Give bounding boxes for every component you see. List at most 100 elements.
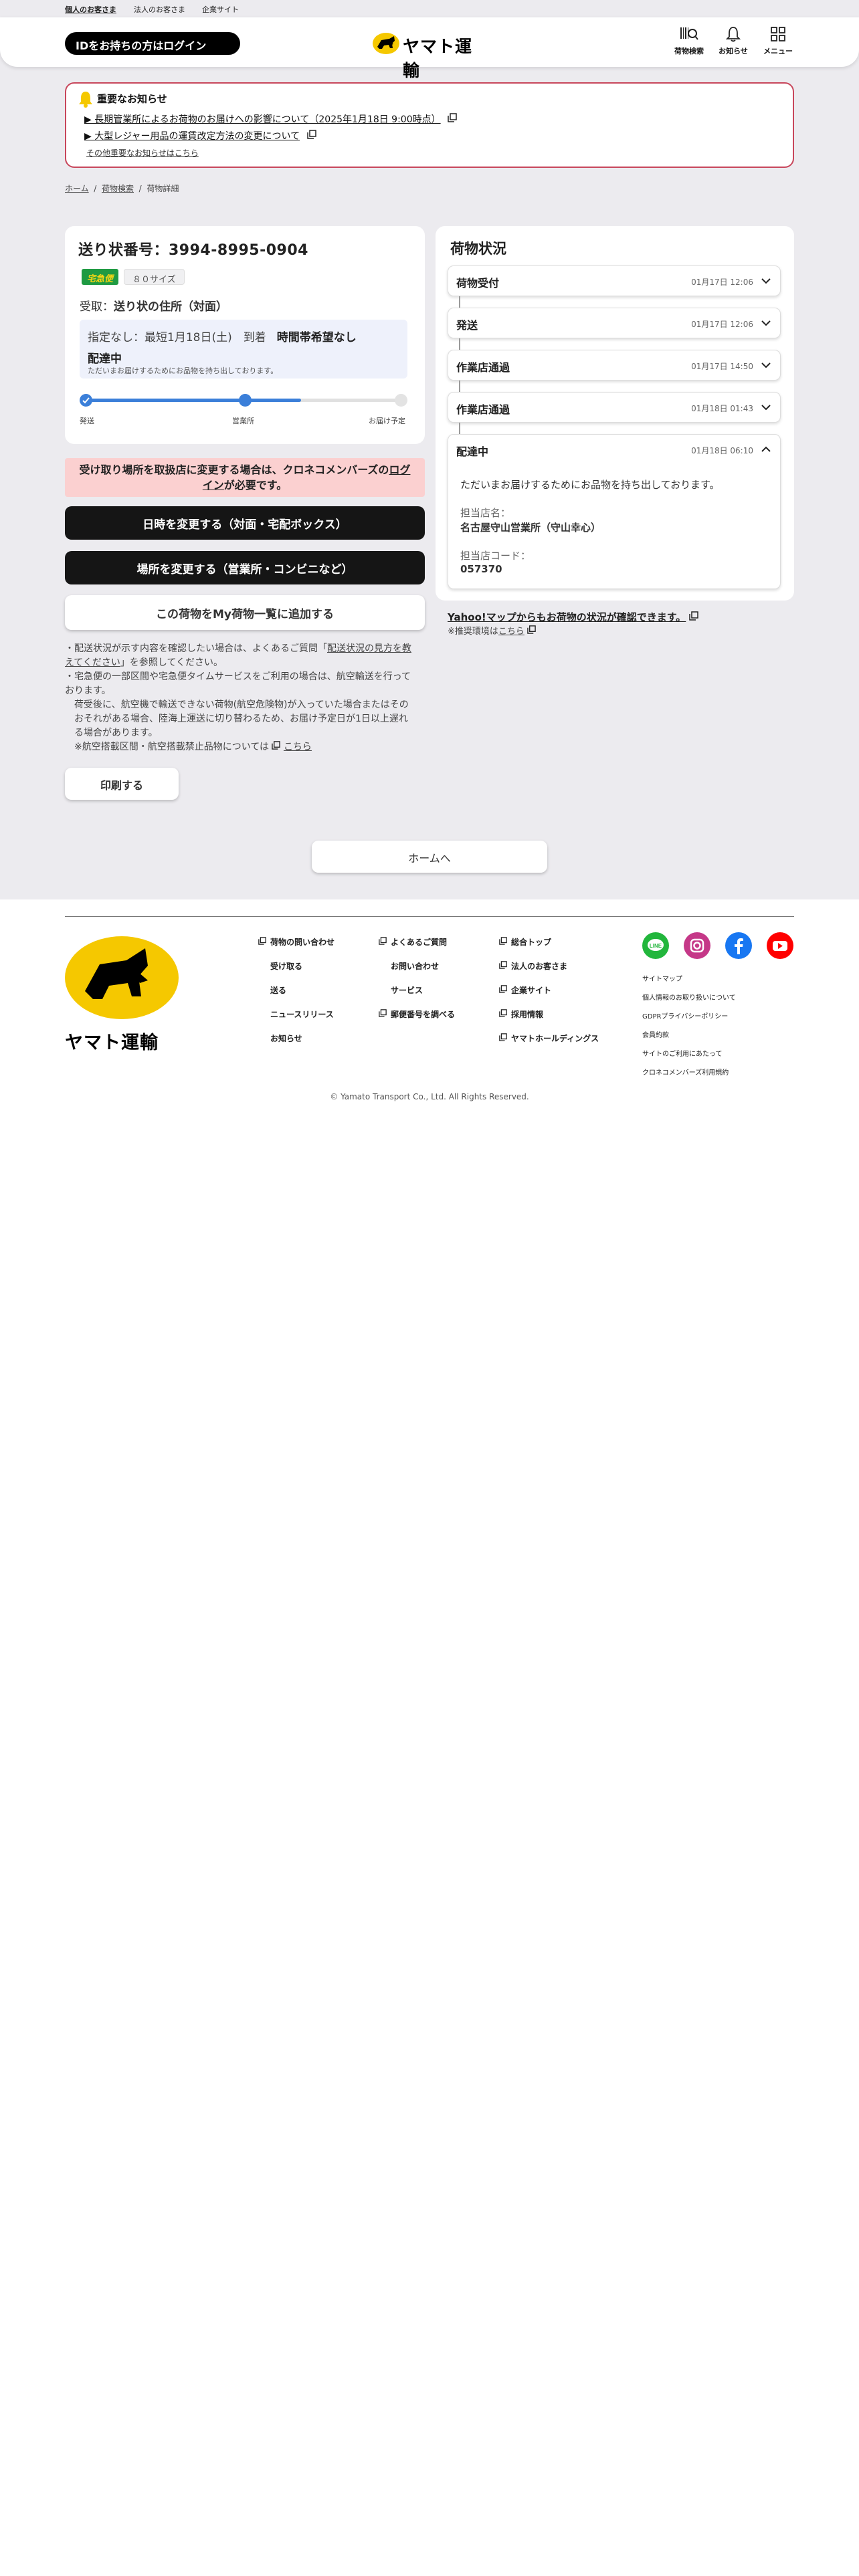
- print-button[interactable]: 印刷する: [65, 768, 179, 800]
- chevron-up-icon: [761, 446, 771, 452]
- status-panel-title: 荷物状況: [450, 241, 506, 257]
- site-header: IDをお持ちの方はログイン ヤマト運輸 荷物検索 お知らせ メニュー: [0, 17, 859, 80]
- delivery-progress-bar: 発送 営業所 お届け予定: [80, 392, 407, 427]
- delivery-info-box: 指定なし：最短1月18日(土) 到着 時間帯希望なし 配達中 ただいまお届けするた…: [80, 320, 407, 379]
- footer-link[interactable]: お知らせ: [258, 1033, 302, 1044]
- footer-link-label: ヤマトホールディングス: [511, 1034, 599, 1043]
- status-step[interactable]: 発送 01月17日 12:06: [448, 308, 781, 338]
- package-search-icon: [680, 27, 698, 40]
- status-step-time: 01月18日 06:10: [691, 446, 753, 455]
- notice-item-link[interactable]: ▶ 大型レジャー用品の運賃改定方法の変更について: [84, 131, 300, 142]
- chevron-down-icon: [761, 278, 771, 284]
- footer-link[interactable]: ヤマトホールディングス: [499, 1033, 599, 1044]
- footer-link[interactable]: 郵便番号を調べる: [379, 1008, 455, 1020]
- footer-link-label: 法人のお客さま: [511, 962, 568, 971]
- status-step[interactable]: 作業店通過 01月17日 14:50: [448, 350, 781, 381]
- youtube-glyph: [773, 941, 787, 951]
- footer-link-label: よくあるご質問: [391, 938, 448, 947]
- status-step[interactable]: 作業店通過 01月18日 01:43: [448, 392, 781, 423]
- login-button[interactable]: IDをお持ちの方はログイン: [65, 32, 240, 55]
- external-link-icon: [448, 113, 457, 122]
- external-link-icon: [499, 1009, 507, 1019]
- breadcrumb-search[interactable]: 荷物検索: [102, 184, 134, 193]
- footer-divider: [65, 916, 794, 917]
- footer-small-link[interactable]: GDPRプライバシーポリシー: [642, 1010, 728, 1021]
- progress-label-eta: お届け予定: [369, 417, 405, 425]
- footer-link[interactable]: 企業サイト: [499, 984, 551, 996]
- change-datetime-button[interactable]: 日時を変更する（対面・宅配ボックス）: [65, 506, 425, 540]
- air-transport-note: ・宅急便の一部区間や宅急便タイムサービスをご利用の場合は、航空輸送を行っておりま…: [65, 671, 411, 696]
- footer-logo[interactable]: ヤマト運輸: [65, 936, 179, 1057]
- footer-link[interactable]: 採用情報: [499, 1008, 543, 1020]
- grid-menu-icon: [771, 27, 785, 41]
- chevron-down-icon: [761, 320, 771, 326]
- yahoo-map-row: Yahoo!マップからもお荷物の状況が確認できます。: [448, 610, 699, 624]
- instagram-glyph: [690, 938, 704, 953]
- notice-more-link[interactable]: その他重要なお知らせはこちら: [86, 147, 199, 158]
- air-info-link[interactable]: こちら: [284, 742, 312, 752]
- footer-small-link[interactable]: サイトのご利用にあたって: [642, 1048, 723, 1058]
- delivery-date: 指定なし：最短1月18日(土) 到着: [88, 331, 266, 344]
- delivery-status-detail: ただいまお届けするためにお品物を持ち出しております。: [88, 366, 278, 375]
- footer-link[interactable]: ニュースリリース: [258, 1008, 334, 1020]
- status-step-time: 01月17日 12:06: [691, 278, 753, 287]
- external-link-icon: [499, 937, 507, 947]
- instagram-icon[interactable]: [684, 932, 710, 959]
- timeline-connector: [459, 381, 460, 393]
- copyright: © Yamato Transport Co., Ltd. All Rights …: [330, 1092, 529, 1101]
- delivery-time: 時間帯希望なし: [276, 331, 357, 344]
- office-code-value: 057370: [460, 563, 502, 575]
- notice-item-link[interactable]: ▶ 長期管業所によるお荷物のお届けへの影響について（2025年1月18日 9:0…: [84, 114, 441, 125]
- menu-button[interactable]: メニュー: [755, 25, 801, 56]
- change-place-button[interactable]: 場所を変更する（営業所・コンビニなど）: [65, 551, 425, 584]
- delivery-schedule: 指定なし：最短1月18日(土) 到着 時間帯希望なし: [88, 328, 357, 344]
- topnav-corporate[interactable]: 企業サイト: [202, 4, 239, 15]
- add-to-my-list-button[interactable]: この荷物をMy荷物一覧に追加する: [65, 595, 425, 630]
- youtube-icon[interactable]: [767, 932, 793, 959]
- footer-link[interactable]: お問い合わせ: [379, 960, 439, 972]
- facebook-icon[interactable]: [725, 932, 752, 959]
- notice-item[interactable]: ▶ 大型レジャー用品の運賃改定方法の変更について: [84, 129, 316, 142]
- env-link[interactable]: こちら: [498, 627, 524, 637]
- notice-item[interactable]: ▶ 長期管業所によるお荷物のお届けへの影響について（2025年1月18日 9:0…: [84, 112, 457, 126]
- black-cat-logo-icon: [373, 33, 399, 54]
- status-step[interactable]: 荷物受付 01月17日 12:06: [448, 265, 781, 296]
- footer-small-link[interactable]: クロネコメンバーズ利用規約: [642, 1067, 729, 1077]
- footer-link[interactable]: 受け取る: [258, 960, 302, 972]
- top-strip: 個人のお客さま 法人のお客さま 企業サイト: [0, 0, 859, 17]
- external-link-icon: [258, 937, 266, 947]
- footer-link[interactable]: サービス: [379, 984, 423, 996]
- footer-link-label: サービス: [391, 986, 423, 995]
- yahoo-map-link[interactable]: Yahoo!マップからもお荷物の状況が確認できます。: [448, 611, 686, 623]
- footer-link[interactable]: 法人のお客さま: [499, 960, 567, 972]
- footer-small-link[interactable]: 個人情報のお取り扱いについて: [642, 992, 736, 1002]
- footer-small-link[interactable]: サイトマップ: [642, 973, 682, 983]
- home-button[interactable]: ホームへ: [312, 841, 547, 873]
- footer-small-link[interactable]: 会員約款: [642, 1029, 669, 1039]
- air-hazard-note: 荷受後に、航空機で輸送できない荷物(航空危険物)が入っていた場合またはそのおそれ…: [74, 700, 409, 738]
- menu-label: メニュー: [763, 47, 793, 56]
- footer-link[interactable]: 送る: [258, 984, 286, 996]
- topnav-business[interactable]: 法人のお客さま: [134, 4, 185, 15]
- breadcrumb-separator: /: [91, 184, 100, 193]
- breadcrumb-home[interactable]: ホーム: [65, 184, 89, 193]
- status-detail-message: ただいまお届けするためにお品物を持ち出しております。: [460, 479, 720, 491]
- footer-link[interactable]: 荷物の問い合わせ: [258, 936, 335, 948]
- env-prefix: ※推奨環境は: [448, 627, 498, 637]
- important-notice: 重要なお知らせ ▶ 長期管業所によるお荷物のお届けへの影響について（2025年1…: [65, 82, 794, 168]
- notifications-button[interactable]: お知らせ: [710, 25, 757, 56]
- external-link-icon: [527, 625, 536, 634]
- line-icon[interactable]: LINE: [642, 932, 669, 959]
- footer-link[interactable]: 総合トップ: [499, 936, 551, 948]
- status-step-time: 01月17日 14:50: [691, 362, 753, 371]
- progress-step-dot: [395, 394, 407, 407]
- package-search-button[interactable]: 荷物検索: [666, 25, 712, 56]
- notifications-label: お知らせ: [719, 47, 748, 56]
- footer-link[interactable]: よくあるご質問: [379, 936, 447, 948]
- shipment-card: 送り状番号：3994-8995-0904 宅急便 ８０サイズ 受取：送り状の住所…: [65, 226, 425, 444]
- status-step-name: 発送: [456, 319, 478, 332]
- status-step-expanded[interactable]: 配達中 01月18日 06:10 ただいまお届けするためにお品物を持ち出しており…: [448, 434, 781, 589]
- yamato-logo[interactable]: ヤマト運輸: [372, 31, 487, 80]
- tracking-number: 送り状番号：3994-8995-0904: [78, 242, 308, 259]
- topnav-personal[interactable]: 個人のお客さま: [65, 4, 116, 15]
